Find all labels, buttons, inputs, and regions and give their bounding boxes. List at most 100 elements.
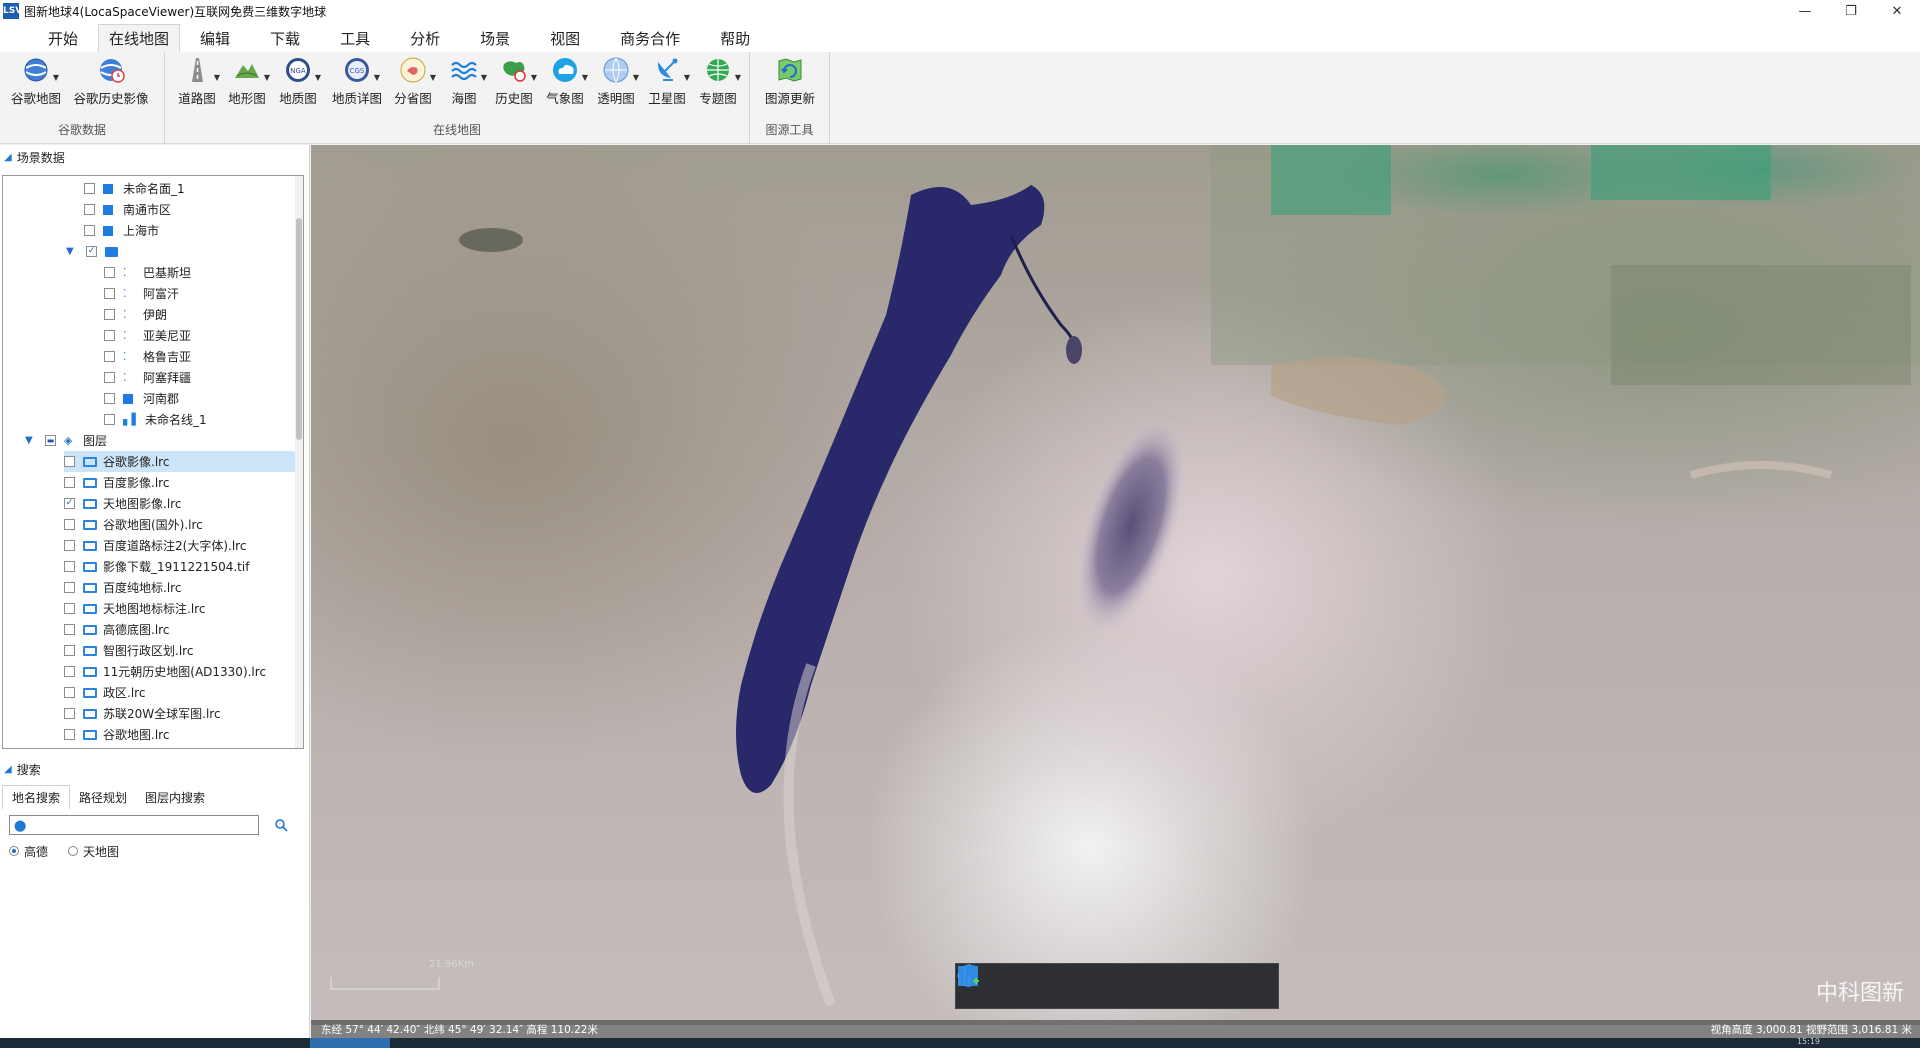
tree-item[interactable]: ⁚ 亚美尼亚 [104,325,191,346]
expand-arrow-icon[interactable]: ▼ [25,435,37,446]
restore-button[interactable]: ❐ [1828,0,1874,22]
checkbox[interactable] [104,414,115,425]
select-tool-button[interactable] [962,966,1058,1003]
tree-item[interactable]: ⁚ 伊朗 [104,304,167,325]
scene-tree[interactable]: 未命名面_1 南通市区 上海市 ▼ ⁚ 巴基斯坦 [2,175,304,749]
tree-item[interactable]: 上海市 [84,220,159,241]
layer-item[interactable]: 天地图影像.lrc [64,493,181,514]
tab-help[interactable]: 帮助 [700,24,770,52]
scroll-thumb[interactable] [296,218,302,440]
google-map-button[interactable]: ▼ 谷歌地图 [10,56,62,108]
checkbox[interactable] [64,477,75,488]
tab-online-map[interactable]: 在线地图 [98,24,181,52]
search-input[interactable] [9,815,259,835]
search-header[interactable]: ◢ 搜索 [0,757,310,781]
source-update-button[interactable]: 图源更新 [764,56,816,108]
checkbox[interactable] [104,288,115,299]
satellite-map-button[interactable]: ▼ 卫星图 [647,56,690,108]
transparent-map-button[interactable]: ▼ 透明图 [596,56,639,108]
tree-item[interactable]: ⁚ 阿塞拜疆 [104,367,191,388]
tree-item[interactable]: 未命名面_1 [84,178,185,199]
checkbox[interactable] [64,666,75,677]
checkbox[interactable] [64,561,75,572]
tree-item[interactable]: 南通市区 [84,199,171,220]
tree-item[interactable]: ⁚ 阿富汗 [104,283,179,304]
tree-item[interactable]: ⁚ 格鲁吉亚 [104,346,191,367]
layer-item[interactable]: 高德底图.lrc [64,619,169,640]
layer-item[interactable]: 11元朝历史地图(AD1330).lrc [64,661,266,682]
checkbox[interactable] [64,708,75,719]
google-history-button[interactable]: 谷歌历史影像 [74,56,149,108]
place-marker-button[interactable] [959,964,1109,1003]
checkbox[interactable] [86,246,97,257]
geology-detail-button[interactable]: CGS ▼ 地质详图 [330,56,384,108]
tree-layers-node[interactable]: ▼ ▬ ◈ 图层 [25,430,107,451]
history-map-button[interactable]: ▼ 历史图 [494,56,537,108]
chart-tool-button[interactable] [958,967,1262,1003]
tab-layer-search[interactable]: 图层内搜索 [136,785,214,809]
layer-item[interactable]: 智图行政区划.lrc [64,640,193,661]
tree-item[interactable]: ⁚ 巴基斯坦 [104,262,191,283]
checkbox[interactable] [64,729,75,740]
checkbox[interactable] [64,540,75,551]
layer-item[interactable]: 百度纯地标.lrc [64,577,181,598]
checkbox[interactable] [64,687,75,698]
draw-line-button[interactable] [958,966,1160,1003]
radio-amap[interactable] [9,846,19,856]
scene-data-header[interactable]: ◢ 场景数据 [0,145,309,169]
layer-item[interactable]: 百度影像.lrc [64,472,169,493]
tree-item[interactable]: ▖▌ 未命名线_1 [104,409,207,430]
tab-analysis[interactable]: 分析 [390,24,460,52]
tab-scene[interactable]: 场景 [460,24,530,52]
layer-item[interactable]: 苏联20W全球军图.lrc [64,703,221,724]
checkbox[interactable] [84,204,95,215]
radio-tianditu[interactable] [68,846,79,856]
tab-start[interactable]: 开始 [28,24,98,52]
layer-item[interactable]: 谷歌地图.lrc [64,724,169,745]
tab-tools[interactable]: 工具 [320,24,390,52]
layer-item[interactable]: 影像下载_1911221504.tif [64,556,249,577]
tab-download[interactable]: 下载 [250,24,320,52]
thematic-map-button[interactable]: ▼ 专题图 [698,56,741,108]
checkbox[interactable] [104,267,115,278]
checkbox[interactable] [104,309,115,320]
tree-scrollbar[interactable] [295,176,303,748]
checkbox[interactable] [64,498,75,509]
tab-view[interactable]: 视图 [530,24,600,52]
checkbox[interactable] [84,225,95,236]
tab-edit[interactable]: 编辑 [180,24,250,52]
taskbar-active-app[interactable] [310,1038,390,1048]
map-view[interactable]: 21.96Km 中科图新 [311,145,1920,1025]
tab-business[interactable]: 商务合作 [600,24,700,52]
search-button[interactable] [274,818,288,835]
checkbox[interactable] [64,456,75,467]
checkbox[interactable] [64,624,75,635]
expand-arrow-icon[interactable]: ▼ [66,246,78,257]
close-button[interactable]: ✕ [1874,0,1920,22]
checkbox[interactable] [104,330,115,341]
sea-chart-button[interactable]: ▼ 海图 [446,56,487,108]
draw-polygon-button[interactable] [958,966,1211,1003]
checkbox[interactable] [64,519,75,530]
weather-map-button[interactable]: ▼ 气象图 [545,56,588,108]
tree-item[interactable]: 河南郡 [104,388,179,409]
geology-map-button[interactable]: NGA ▼ 地质图 [278,56,321,108]
checkbox[interactable] [104,372,115,383]
checkbox[interactable] [64,582,75,593]
checkbox-partial[interactable]: ▬ [45,435,56,446]
layer-item[interactable]: 谷歌影像.lrc [64,451,298,472]
checkbox[interactable] [64,645,75,656]
checkbox[interactable] [104,393,115,404]
checkbox[interactable] [64,603,75,614]
terrain-map-button[interactable]: ▼ 地形图 [227,56,270,108]
road-map-button[interactable]: ▼ 道路图 [177,56,220,108]
layer-item[interactable]: 百度道路标注2(大字体).lrc [64,535,246,556]
layer-item[interactable]: 天地图地标标注.lrc [64,598,205,619]
layer-item[interactable]: 谷歌地图(国外).lrc [64,514,203,535]
checkbox[interactable] [104,351,115,362]
tree-folder[interactable]: ▼ [66,241,128,262]
checkbox[interactable] [84,183,95,194]
province-map-button[interactable]: ▼ 分省图 [393,56,436,108]
layer-item[interactable]: 政区.lrc [64,682,145,703]
tab-place-search[interactable]: 地名搜索 [2,785,71,809]
